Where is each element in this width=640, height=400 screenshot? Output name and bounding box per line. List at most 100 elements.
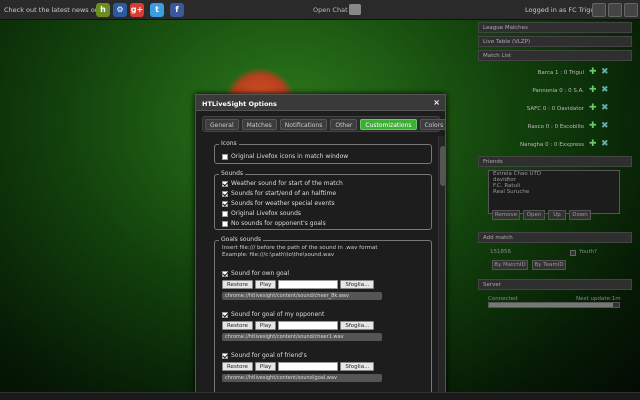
match-score: Barca 1 : 0 Trigul [537, 70, 584, 76]
youth-label: Youth? [579, 249, 598, 255]
restore-button[interactable]: Restore [222, 280, 253, 289]
match-row[interactable]: Rasco 0 : 0 Escobillo ✚ ✖ [486, 120, 624, 136]
youth-checkbox[interactable] [570, 250, 576, 256]
league-matches-header[interactable]: League Matches [478, 22, 632, 33]
match-row[interactable]: Barca 1 : 0 Trigul ✚ ✖ [486, 66, 624, 82]
open-friend-button[interactable]: Open [523, 210, 545, 220]
up-friend-button[interactable]: Up [548, 210, 566, 220]
play-button[interactable]: Play [254, 280, 277, 289]
dialog-scrollbar[interactable] [438, 136, 445, 399]
match-row[interactable]: Pannonia 0 : 0 S.A. ✚ ✖ [486, 84, 624, 100]
reload-button[interactable] [592, 3, 606, 17]
match-row[interactable]: Naragha 0 : 0 Exxpress ✚ ✖ [486, 138, 624, 154]
remove-icon[interactable]: ✖ [601, 68, 610, 77]
add-icon[interactable]: ✚ [589, 86, 598, 95]
weather-events-checkbox[interactable] [222, 200, 228, 207]
weather-start-checkbox[interactable] [222, 180, 228, 187]
down-friend-button[interactable]: Down [569, 210, 591, 220]
tab-notifications[interactable]: Notifications [279, 119, 328, 130]
tab-bar: General Matches Notifications Other Cust… [202, 116, 445, 132]
browse-button[interactable]: Sfoglia... [340, 362, 375, 371]
play-button[interactable]: Play [254, 362, 277, 371]
original-icons-checkbox[interactable] [222, 153, 228, 160]
match-score: Rasco 0 : 0 Escobillo [527, 124, 584, 130]
match-id-input[interactable]: 151856 [490, 249, 511, 255]
own-goal-checkbox[interactable] [222, 270, 228, 277]
twitter-icon[interactable]: t [150, 3, 164, 17]
restore-button[interactable]: Restore [222, 321, 253, 330]
sound-path: chrome://htlivesight/content/sound/cheer… [222, 333, 382, 341]
friend-goal-checkbox[interactable] [222, 352, 228, 359]
options-button[interactable] [608, 3, 622, 17]
sounds-fieldset: Sounds Weather sound for start of the ma… [214, 170, 432, 230]
icons-fieldset: Icons Original Livefox icons in match wi… [214, 140, 432, 164]
league-table-header[interactable]: Live Table (VLZP) [478, 36, 632, 47]
facebook-icon[interactable]: f [170, 3, 184, 17]
by-team-id-button[interactable]: By TeamID [532, 260, 566, 270]
options-dialog: HTLiveSight Options × General Matches No… [195, 94, 446, 400]
bottom-bar [0, 392, 640, 400]
option-row: Weather sound for start of the match [222, 180, 343, 187]
close-button[interactable] [624, 3, 638, 17]
option-label: Sounds for start/end of an halftime [231, 190, 337, 197]
play-button[interactable]: Play [254, 321, 277, 330]
match-row[interactable]: SAFC 0 : 0 Davidator ✚ ✖ [486, 102, 624, 118]
no-opponent-goals-checkbox[interactable] [222, 220, 228, 227]
list-item[interactable]: Real Suruche [489, 189, 619, 195]
original-sounds-checkbox[interactable] [222, 210, 228, 217]
match-score: Pannonia 0 : 0 S.A. [532, 88, 584, 94]
file-input[interactable] [278, 321, 339, 330]
tab-general[interactable]: General [205, 119, 239, 130]
dialog-title: HTLiveSight Options × [196, 95, 445, 111]
add-icon[interactable]: ✚ [589, 122, 598, 131]
tab-matches[interactable]: Matches [241, 119, 277, 130]
browse-button[interactable]: Sfoglia... [340, 321, 375, 330]
option-row: Sound for goal of my opponent [222, 311, 324, 318]
right-sidebar: League Matches Live Table (VLZP) Match L… [478, 20, 632, 400]
by-match-id-button[interactable]: By MatchID [492, 260, 528, 270]
add-icon[interactable]: ✚ [589, 68, 598, 77]
blogger-icon[interactable]: ⚙ [113, 3, 127, 17]
remove-icon[interactable]: ✖ [601, 140, 610, 149]
logged-in-text: Logged in as FC Trigul [525, 6, 597, 14]
remove-icon[interactable]: ✖ [601, 86, 610, 95]
remove-icon[interactable]: ✖ [601, 122, 610, 131]
googleplus-icon[interactable]: g+ [130, 3, 144, 17]
add-icon[interactable]: ✚ [589, 140, 598, 149]
halftime-checkbox[interactable] [222, 190, 228, 197]
server-header[interactable]: Server [478, 279, 632, 290]
update-progress [488, 302, 620, 308]
option-label: Sound for goal of friend's [231, 352, 307, 359]
tab-colors[interactable]: Colors [419, 119, 445, 130]
remove-icon[interactable]: ✖ [601, 104, 610, 113]
friends-header[interactable]: Friends [478, 156, 632, 167]
opponent-goal-checkbox[interactable] [222, 311, 228, 318]
hattrick-icon[interactable]: h [96, 3, 110, 17]
close-icon[interactable]: × [433, 98, 440, 107]
chat-icon[interactable] [349, 4, 361, 15]
option-label: No sounds for opponent's goals [231, 220, 326, 227]
tab-customizations[interactable]: Customizations [360, 119, 417, 130]
add-match-header[interactable]: Add match [478, 232, 632, 243]
option-label: Original Livefox sounds [231, 210, 302, 217]
file-input[interactable] [278, 280, 339, 289]
scroll-thumb[interactable] [440, 146, 445, 186]
option-row: Sounds for start/end of an halftime [222, 190, 336, 197]
sound-controls: Restore Play Sfoglia... [222, 280, 375, 289]
restore-button[interactable]: Restore [222, 362, 253, 371]
option-label: Sounds for weather special events [231, 200, 335, 207]
goals-sounds-fieldset: Goals sounds Insert file:/// before the … [214, 236, 432, 399]
progress-fill [489, 303, 613, 307]
goals-info: Insert file:/// before the path of the s… [222, 245, 378, 251]
add-icon[interactable]: ✚ [589, 104, 598, 113]
tab-other[interactable]: Other [330, 119, 358, 130]
friends-list[interactable]: Estrela Chao UTD davidtor F.C. Ratuli Re… [488, 170, 620, 214]
match-list-header[interactable]: Match List [478, 50, 632, 61]
open-chat-link[interactable]: Open Chat [313, 6, 348, 14]
match-score: SAFC 0 : 0 Davidator [526, 106, 584, 112]
option-row: Sounds for weather special events [222, 200, 335, 207]
remove-friend-button[interactable]: Remove [492, 210, 520, 220]
option-label: Sound for goal of my opponent [231, 311, 325, 318]
file-input[interactable] [278, 362, 339, 371]
browse-button[interactable]: Sfoglia... [340, 280, 375, 289]
